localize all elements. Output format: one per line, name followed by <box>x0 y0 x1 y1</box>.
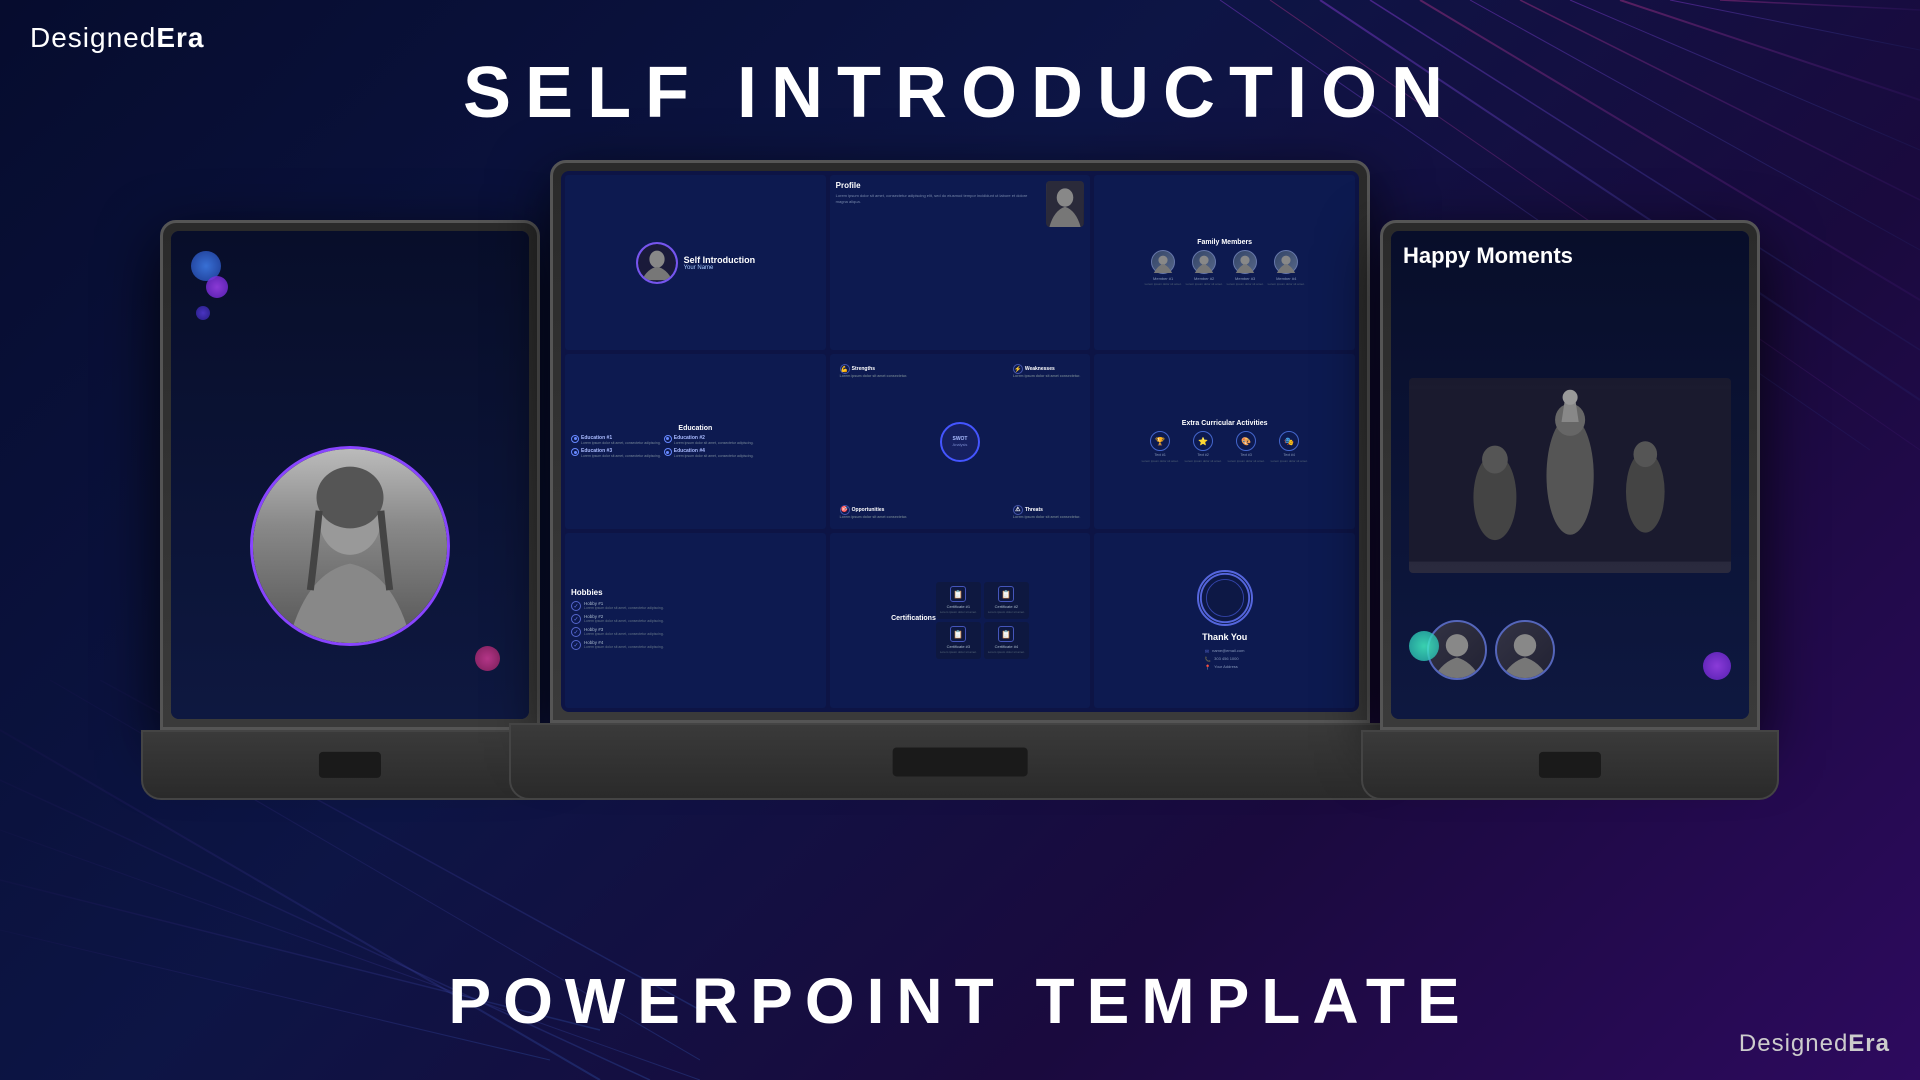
left-deco-orbs <box>191 251 228 320</box>
swot-strengths: 💪 Strengths Lorem ipsum dolor sit amet c… <box>840 364 908 379</box>
profile-text: Profile Lorem ipsum dolor sit amet, cons… <box>836 181 1041 204</box>
slide-self-intro: Self Introduction Your Name <box>565 175 826 350</box>
happy-circle-2 <box>1495 620 1555 680</box>
cert-icon-3: 📋 <box>950 626 966 642</box>
main-title: SELF INTRODUCTION <box>463 52 1457 134</box>
extra-icons: 🏆 Text #1 Lorem ipsum dolor sit amet. ⭐ … <box>1142 431 1308 463</box>
slide-hobbies: Hobbies ✓ Hobby #1 Lorem ipsum dolor sit… <box>565 533 826 708</box>
cert-3: 📋 Certificate #3 Lorem ipsum dolor sit a… <box>936 622 981 659</box>
extra-circle-1: 🏆 <box>1150 431 1170 451</box>
family-member-1: Member #1 Lorem ipsum dolor sit amet. <box>1145 250 1182 287</box>
slide-swot: SWOT Analysis 💪 Strengths Lorem ipsum do… <box>830 354 1091 529</box>
bottom-title: POWERPOINT TEMPLATE <box>448 964 1471 1038</box>
location-icon: 📍 <box>1205 664 1211 672</box>
edu-item-2: Education #2 Lorem ipsum dolor sit amet,… <box>664 435 754 446</box>
contact-phone: 📞 303 456 1000 <box>1205 656 1245 664</box>
phone-icon: 📞 <box>1205 656 1211 664</box>
extra-circle-2: ⭐ <box>1193 431 1213 451</box>
cert-4: 📋 Certificate #4 Lorem ipsum dolor sit a… <box>984 622 1029 659</box>
family-avatar-2 <box>1192 250 1216 274</box>
swot-center: SWOT Analysis <box>940 422 980 462</box>
family-avatar-4 <box>1274 250 1298 274</box>
left-screen <box>171 231 529 719</box>
swot-strengths-icon: 💪 <box>840 364 850 374</box>
swot-threats: ⚠ Threats Lorem ipsum dolor sit amet con… <box>1013 505 1081 520</box>
swot-weaknesses-icon: ⚡ <box>1013 364 1023 374</box>
hobby-check-3: ✓ <box>571 627 581 637</box>
slide-extra-curricular: Extra Curricular Activities 🏆 Text #1 Lo… <box>1094 354 1355 529</box>
cert-grid: 📋 Certificate #1 Lorem ipsum dolor sit a… <box>936 582 1029 659</box>
family-member-3: Member #3 Lorem ipsum dolor sit amet. <box>1227 250 1264 287</box>
extra-item-2: ⭐ Text #2 Lorem ipsum dolor sit amet. <box>1185 431 1222 463</box>
slide-grid: Self Introduction Your Name Profile Lore… <box>561 171 1359 712</box>
swot-opportunities-icon: 🎯 <box>840 505 850 515</box>
extra-item-4: 🎭 Text #4 Lorem ipsum dolor sit amet. <box>1271 431 1308 463</box>
edu-nodes: Education #1 Lorem ipsum dolor sit amet,… <box>571 435 820 459</box>
hobby-4: ✓ Hobby #4 Lorem ipsum dolor sit amet, c… <box>571 640 664 650</box>
cert-icon-4: 📋 <box>998 626 1014 642</box>
family-member-2: Member #2 Lorem ipsum dolor sit amet. <box>1186 250 1223 287</box>
hobby-1: ✓ Hobby #1 Lorem ipsum dolor sit amet, c… <box>571 601 664 611</box>
slide-family: Family Members Member #1 Lorem ipsum dol… <box>1094 175 1355 350</box>
intro-text: Self Introduction Your Name <box>684 255 756 271</box>
extra-item-3: 🎨 Text #3 Lorem ipsum dolor sit amet. <box>1228 431 1265 463</box>
thank-you-contact: ✉ name@email.com 📞 303 456 1000 📍 Your A <box>1205 648 1245 672</box>
orb-purple <box>206 276 228 298</box>
person-circle <box>250 446 450 646</box>
cert-icon-2: 📋 <box>998 586 1014 602</box>
hobby-check-2: ✓ <box>571 614 581 624</box>
edu-item-1: Education #1 Lorem ipsum dolor sit amet,… <box>571 435 661 446</box>
bottom-orb <box>475 646 500 671</box>
family-member-4: Member #4 Lorem ipsum dolor sit amet. <box>1268 250 1305 287</box>
devices-container: Self Introduction Your Name Profile Lore… <box>160 160 1760 860</box>
contact-email: ✉ name@email.com <box>1205 648 1245 656</box>
laptop-center: Self Introduction Your Name Profile Lore… <box>550 160 1370 800</box>
happy-moments-title: Happy Moments <box>1403 243 1737 269</box>
edu-item-4: Education #4 Lorem ipsum dolor sit amet,… <box>664 448 754 459</box>
laptop-right: Happy Moments <box>1380 220 1760 800</box>
hobby-check-4: ✓ <box>571 640 581 650</box>
logo-bottom-right: DesignedEra <box>1739 1030 1890 1058</box>
right-orb-purple <box>1703 652 1731 680</box>
cert-icon-1: 📋 <box>950 586 966 602</box>
swot-threats-icon: ⚠ <box>1013 505 1023 515</box>
extra-circle-4: 🎭 <box>1279 431 1299 451</box>
swot-opportunities: 🎯 Opportunities Lorem ipsum dolor sit am… <box>840 505 908 520</box>
email-icon: ✉ <box>1205 648 1209 656</box>
logo-top-left: DesignedEra <box>30 22 204 54</box>
happy-small-circles <box>1427 620 1555 680</box>
right-orb-teal <box>1409 631 1439 661</box>
cert-2: 📋 Certificate #2 Lorem ipsum dolor sit a… <box>984 582 1029 619</box>
slide-certifications: Certifications 📋 Certificate #1 Lorem ip… <box>830 533 1091 708</box>
extra-item-1: 🏆 Text #1 Lorem ipsum dolor sit amet. <box>1142 431 1179 463</box>
right-screen: Happy Moments <box>1391 231 1749 719</box>
family-avatar-1 <box>1151 250 1175 274</box>
slide-education: Education Education #1 Lorem ipsum dolor… <box>565 354 826 529</box>
swot-weaknesses: ⚡ Weaknesses Lorem ipsum dolor sit amet … <box>1013 364 1081 379</box>
edu-item-3: Education #3 Lorem ipsum dolor sit amet,… <box>571 448 661 459</box>
family-avatar-3 <box>1233 250 1257 274</box>
slide-profile: Profile Lorem ipsum dolor sit amet, cons… <box>830 175 1091 350</box>
orb-small <box>196 306 210 320</box>
profile-img <box>1046 181 1084 227</box>
happy-main-image <box>1409 378 1731 573</box>
cert-1: 📋 Certificate #1 Lorem ipsum dolor sit a… <box>936 582 981 619</box>
family-members-list: Member #1 Lorem ipsum dolor sit amet. Me… <box>1145 250 1305 287</box>
hobby-3: ✓ Hobby #3 Lorem ipsum dolor sit amet, c… <box>571 627 664 637</box>
thank-you-circle <box>1197 570 1253 626</box>
slide-thank-you: Thank You ✉ name@email.com 📞 303 456 100… <box>1094 533 1355 708</box>
intro-avatar <box>636 242 678 284</box>
contact-address: 📍 Your Address <box>1205 664 1245 672</box>
hobby-2: ✓ Hobby #2 Lorem ipsum dolor sit amet, c… <box>571 614 664 624</box>
extra-circle-3: 🎨 <box>1236 431 1256 451</box>
hobby-check-1: ✓ <box>571 601 581 611</box>
laptop-left <box>160 220 540 800</box>
